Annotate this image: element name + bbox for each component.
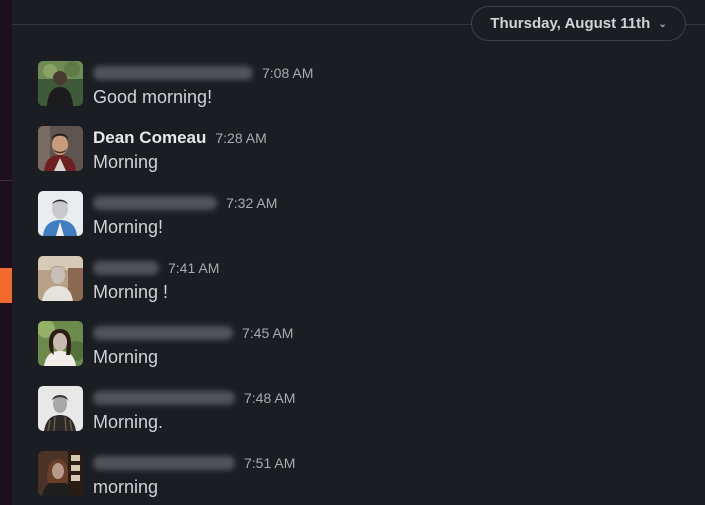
avatar[interactable]	[38, 191, 83, 236]
redacted-author-name	[93, 326, 233, 340]
redacted-author-name	[93, 456, 235, 470]
sidebar-divider	[0, 180, 12, 181]
message-list: 7:08 AM Good morning! Dean Comeau 7:28 A…	[38, 60, 698, 505]
message-timestamp[interactable]: 7:48 AM	[244, 390, 295, 406]
avatar[interactable]	[38, 126, 83, 171]
avatar[interactable]	[38, 321, 83, 366]
message-timestamp[interactable]: 7:08 AM	[262, 65, 313, 81]
chat-channel-view: Thursday, August 11th ⌄ 7:08 AM Good mor…	[0, 0, 705, 505]
avatar[interactable]	[38, 451, 83, 496]
message-text: Morning	[93, 347, 159, 367]
sidebar-edge	[0, 0, 12, 505]
message-item[interactable]: 7:51 AM morning	[38, 450, 698, 505]
message-item[interactable]: 7:45 AM Morning	[38, 320, 698, 385]
avatar[interactable]	[38, 256, 83, 301]
message-text: Good morning!	[93, 87, 213, 107]
message-timestamp[interactable]: 7:32 AM	[226, 195, 277, 211]
message-text: Morning.	[93, 412, 164, 432]
message-timestamp[interactable]: 7:41 AM	[168, 260, 219, 276]
message-author[interactable]: Dean Comeau	[93, 128, 206, 148]
message-item[interactable]: 7:32 AM Morning!	[38, 190, 698, 255]
message-timestamp[interactable]: 7:28 AM	[215, 130, 266, 146]
unread-marker	[0, 268, 12, 303]
message-text: Morning	[93, 152, 159, 172]
message-timestamp[interactable]: 7:45 AM	[242, 325, 293, 341]
redacted-author-name	[93, 391, 235, 405]
redacted-author-name	[93, 196, 217, 210]
chevron-down-icon: ⌄	[658, 19, 667, 30]
message-item[interactable]: 7:41 AM Morning !	[38, 255, 698, 320]
message-timestamp[interactable]: 7:51 AM	[244, 455, 295, 471]
message-text: morning	[93, 477, 159, 497]
message-text: Morning !	[93, 282, 169, 302]
redacted-author-name	[93, 66, 253, 80]
message-text: Morning!	[93, 217, 164, 237]
message-item[interactable]: 7:08 AM Good morning!	[38, 60, 698, 125]
message-item[interactable]: 7:48 AM Morning.	[38, 385, 698, 450]
date-divider-label: Thursday, August 11th	[490, 15, 651, 32]
redacted-author-name	[93, 261, 159, 275]
date-divider-button[interactable]: Thursday, August 11th ⌄	[471, 6, 686, 41]
avatar[interactable]	[38, 61, 83, 106]
avatar[interactable]	[38, 386, 83, 431]
message-item[interactable]: Dean Comeau 7:28 AM Morning	[38, 125, 698, 190]
